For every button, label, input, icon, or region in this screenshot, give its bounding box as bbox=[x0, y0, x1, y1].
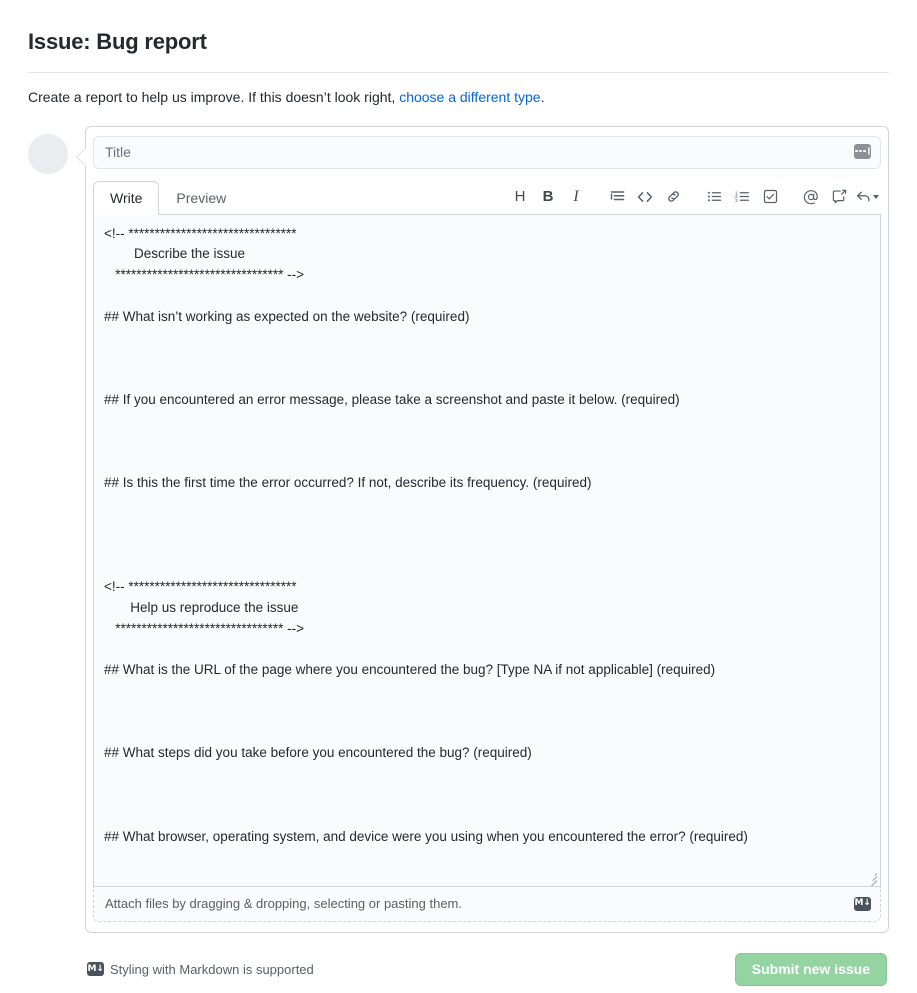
markdown-icon-footer: M↓ bbox=[87, 962, 104, 976]
form-description-suffix: . bbox=[540, 88, 545, 105]
header-divider bbox=[28, 71, 889, 73]
task-list-icon[interactable] bbox=[756, 185, 784, 209]
comment-body-textarea[interactable] bbox=[94, 214, 880, 886]
attach-files-label: Attach files by dragging & dropping, sel… bbox=[105, 896, 462, 911]
avatar bbox=[28, 133, 68, 174]
tab-preview[interactable]: Preview bbox=[159, 181, 243, 215]
markdown-supported-link[interactable]: Styling with Markdown is supported bbox=[110, 962, 314, 977]
page-title: Issue: Bug report bbox=[28, 29, 207, 54]
code-icon[interactable] bbox=[631, 185, 659, 209]
svg-text:3: 3 bbox=[735, 198, 738, 204]
quote-icon[interactable] bbox=[603, 185, 631, 209]
title-field-wrap bbox=[93, 135, 881, 169]
italic-icon[interactable]: I bbox=[562, 185, 590, 209]
link-icon[interactable] bbox=[659, 185, 687, 209]
title-hint-badge bbox=[854, 143, 871, 159]
toolbar-group-lists: 1 2 3 bbox=[700, 185, 784, 209]
toolbar-group-refs bbox=[797, 185, 881, 209]
composer-tabs: Write Preview bbox=[93, 180, 243, 215]
form-description-prefix: Create a report to help us improve. If t… bbox=[28, 88, 400, 105]
ordered-list-icon[interactable]: 1 2 3 bbox=[728, 185, 756, 209]
composer-tabbar: Write Preview H B I 1 2 3 bbox=[93, 180, 881, 215]
markdown-icon: M↓ bbox=[854, 896, 871, 911]
tab-write[interactable]: Write bbox=[93, 180, 160, 215]
saved-reply-icon[interactable] bbox=[853, 185, 881, 209]
toolbar-group-block bbox=[603, 185, 687, 209]
toolbar-group-text: H B I bbox=[506, 185, 590, 209]
attach-files-bar[interactable]: Attach files by dragging & dropping, sel… bbox=[93, 886, 881, 922]
bubble-arrow-inner bbox=[77, 147, 86, 166]
mention-icon[interactable] bbox=[797, 185, 825, 209]
composer-bubble-wrap: Write Preview H B I bbox=[76, 125, 889, 986]
composer-bubble: Write Preview H B I bbox=[85, 125, 889, 933]
markdown-supported-note[interactable]: M↓ Styling with Markdown is supported bbox=[87, 962, 314, 977]
chevron-down-icon bbox=[872, 194, 879, 199]
bold-icon[interactable]: B bbox=[534, 185, 562, 209]
composer-footer: M↓ Styling with Markdown is supported Su… bbox=[85, 952, 889, 986]
form-description: Create a report to help us improve. If t… bbox=[28, 87, 889, 108]
issue-form-page: Issue: Bug report Create a report to hel… bbox=[0, 0, 917, 986]
submit-new-issue-button[interactable]: Submit new issue bbox=[734, 952, 887, 986]
title-input[interactable] bbox=[93, 135, 881, 169]
comment-body-wrap bbox=[93, 214, 881, 887]
comment-composer: Write Preview H B I bbox=[28, 125, 889, 986]
choose-different-type-link[interactable]: choose a different type bbox=[399, 89, 540, 105]
unordered-list-icon[interactable] bbox=[700, 185, 728, 209]
heading-icon[interactable]: H bbox=[506, 185, 534, 209]
markdown-toolbar: H B I 1 2 3 bbox=[506, 185, 881, 214]
reference-icon[interactable] bbox=[825, 185, 853, 209]
